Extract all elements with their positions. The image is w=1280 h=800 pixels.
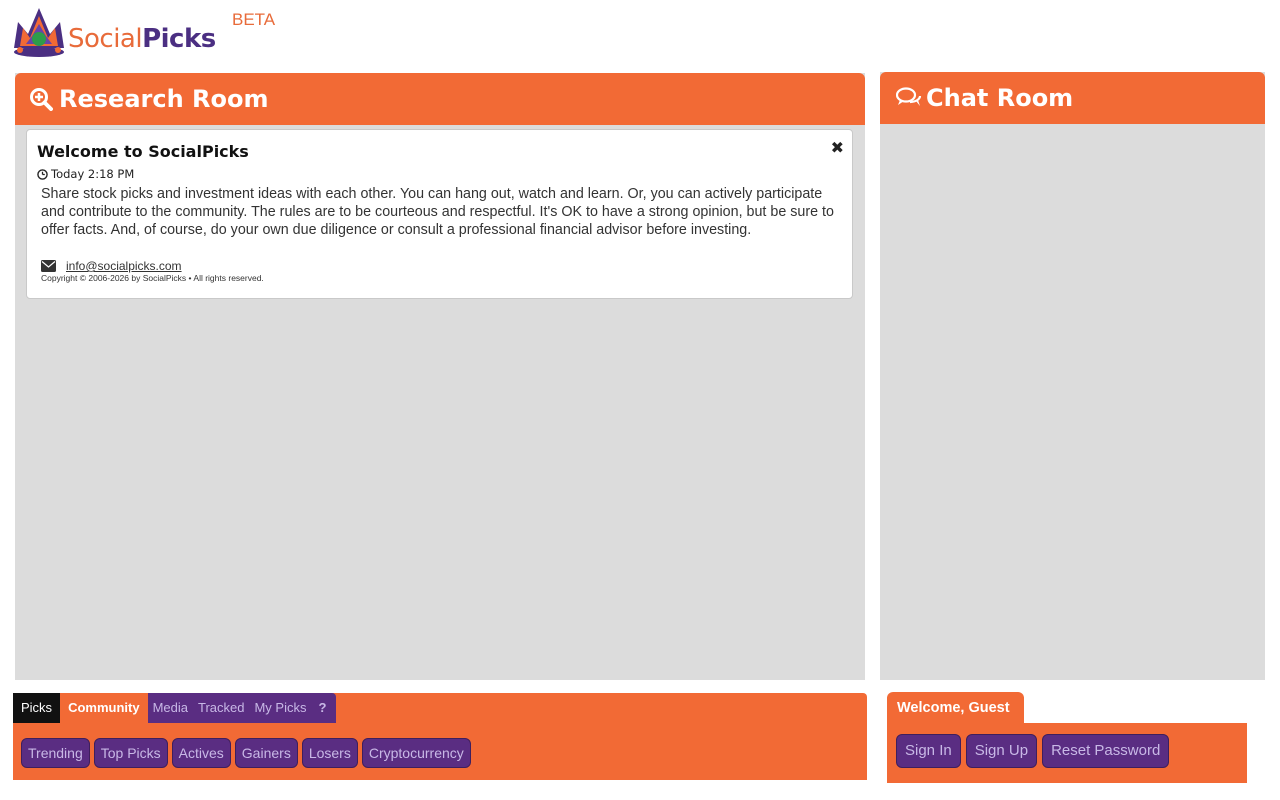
trending-button[interactable]: Trending (21, 738, 90, 768)
search-plus-icon (30, 88, 53, 111)
sign-up-button[interactable]: Sign Up (965, 734, 1038, 768)
logo-social-text: Social (68, 24, 143, 54)
tab-picks[interactable]: Picks (13, 693, 61, 723)
filter-buttons: Trending Top Picks Actives Gainers Loser… (21, 738, 471, 768)
research-room-title: Research Room (59, 85, 269, 113)
envelope-icon (41, 260, 56, 272)
nav-tab-bar: Picks Community Media Tracked My Picks ? (13, 693, 337, 723)
chat-room-title: Chat Room (926, 84, 1074, 112)
beta-label: BETA (232, 10, 276, 29)
reset-password-button[interactable]: Reset Password (1042, 734, 1170, 768)
cryptocurrency-button[interactable]: Cryptocurrency (361, 738, 471, 768)
contact-email-link[interactable]: info@socialpicks.com (66, 259, 182, 273)
crown-icon (14, 8, 64, 57)
account-buttons: Sign In Sign Up Reset Password (896, 734, 1170, 768)
welcome-card-time-text: Today 2:18 PM (51, 167, 135, 181)
close-icon[interactable]: ✖ (831, 138, 844, 157)
gainers-button[interactable]: Gainers (234, 738, 298, 768)
sign-in-button[interactable]: Sign In (896, 734, 961, 768)
welcome-card: Welcome to SocialPicks ✖ Today 2:18 PM S… (26, 129, 853, 299)
tab-media[interactable]: Media (148, 693, 193, 723)
contact-email-row: info@socialpicks.com (37, 259, 842, 273)
clock-icon (37, 168, 48, 180)
copyright-text: Copyright © 2006-2026 by SocialPicks • A… (41, 273, 264, 283)
welcome-guest-label: Welcome, Guest (887, 692, 1024, 723)
account-panel: Sign In Sign Up Reset Password (887, 723, 1247, 783)
research-room-header: Research Room (15, 73, 865, 125)
logo-wordmark: SocialPicks (68, 24, 216, 54)
logo-picks-text: Picks (142, 24, 216, 54)
tab-help[interactable]: ? (311, 693, 336, 723)
welcome-card-body: Share stock picks and investment ideas w… (41, 186, 834, 238)
tab-tracked[interactable]: Tracked (193, 693, 249, 723)
tab-community[interactable]: Community (60, 693, 148, 723)
actives-button[interactable]: Actives (171, 738, 231, 768)
chat-room-panel: Chat Room (880, 72, 1265, 680)
site-logo[interactable]: SocialPicks BETA (12, 6, 276, 62)
welcome-card-title: Welcome to SocialPicks (37, 142, 249, 161)
top-picks-button[interactable]: Top Picks (93, 738, 168, 768)
welcome-card-time: Today 2:18 PM (37, 167, 842, 181)
losers-button[interactable]: Losers (301, 738, 358, 768)
research-room-panel: Research Room Welcome to SocialPicks ✖ T… (15, 73, 865, 680)
picks-navigation: Picks Community Media Tracked My Picks ?… (13, 693, 867, 780)
chat-room-header: Chat Room (880, 72, 1265, 124)
tab-my-picks[interactable]: My Picks (249, 693, 311, 723)
chat-bubbles-icon (896, 87, 922, 106)
